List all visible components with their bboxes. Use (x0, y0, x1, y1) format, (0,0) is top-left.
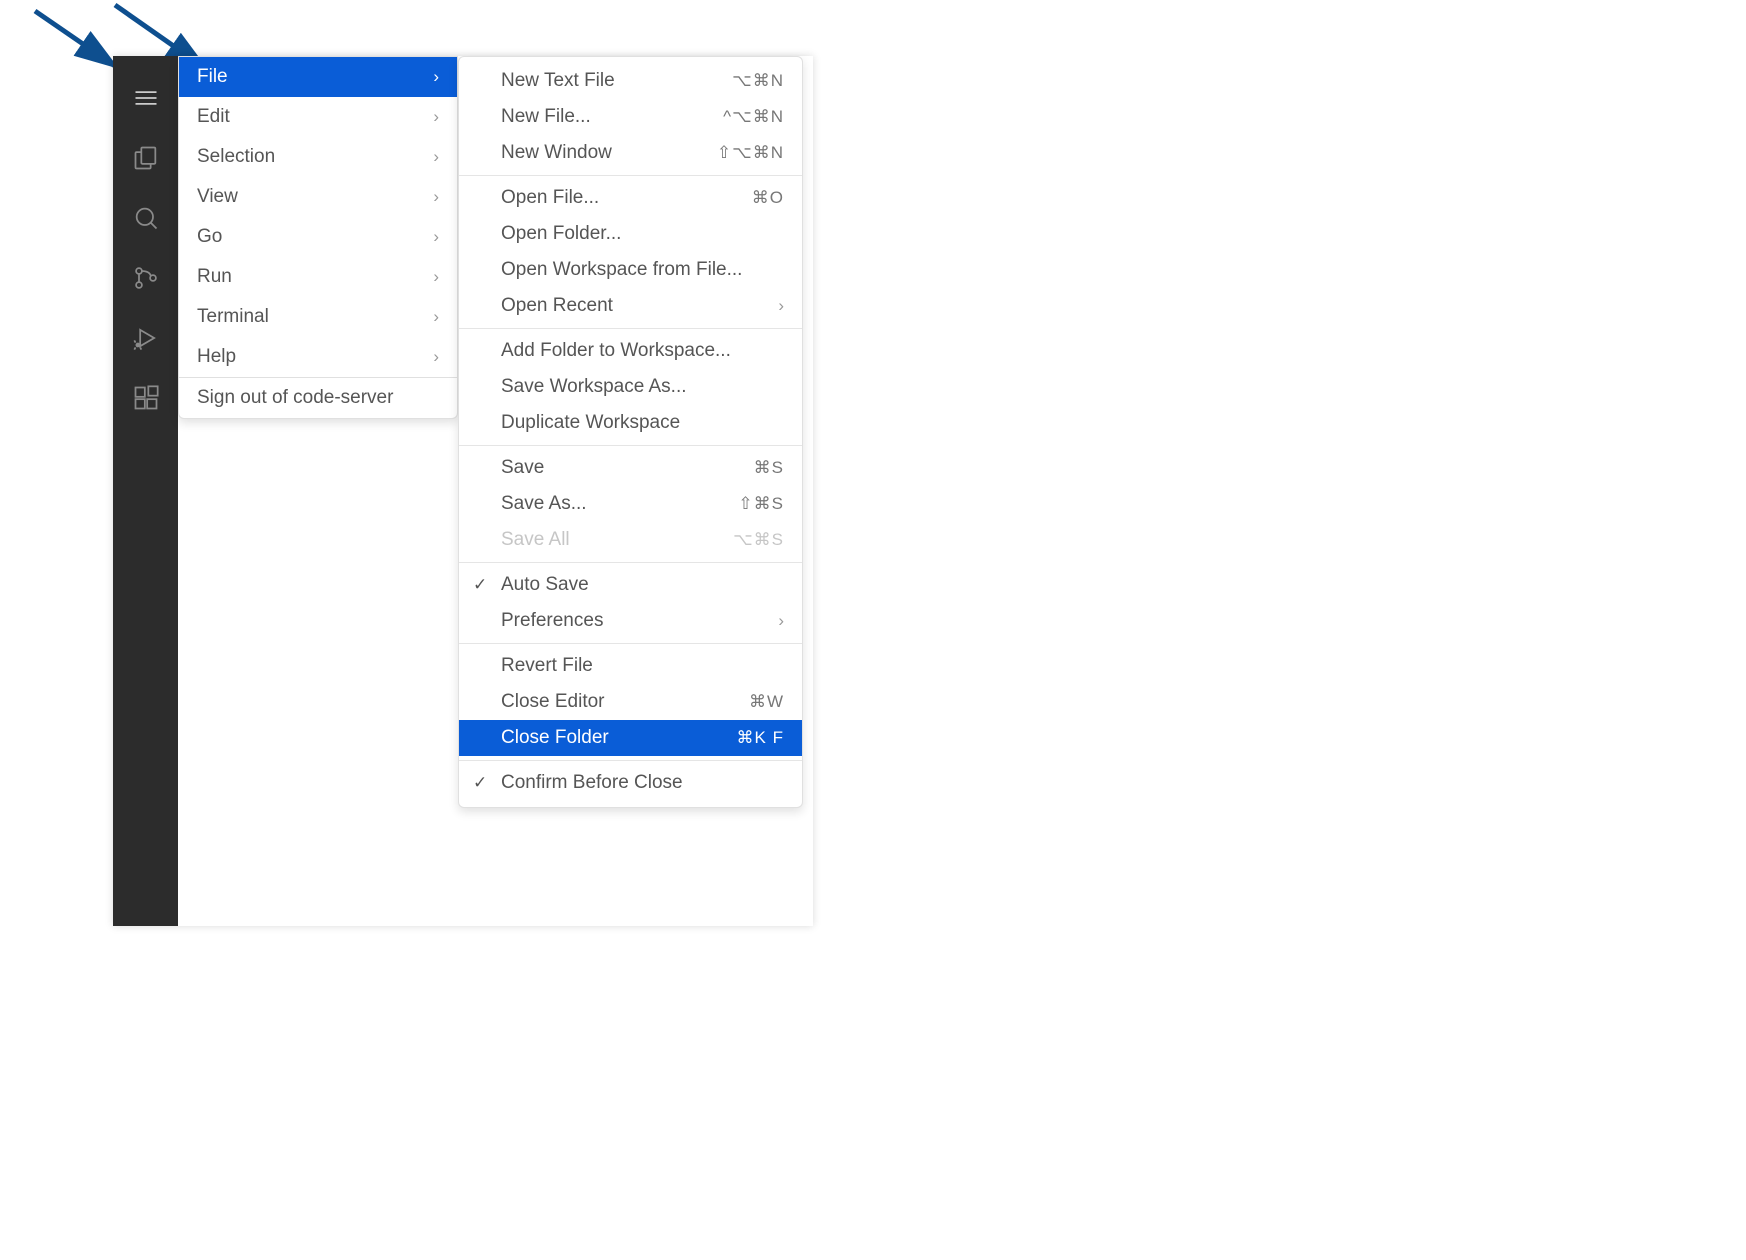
file-auto-save[interactable]: ✓ Auto Save (459, 567, 802, 603)
shortcut: ⌘K F (737, 728, 784, 748)
chevron-right-icon: › (433, 347, 439, 367)
menu-label: Sign out of code-server (197, 387, 393, 409)
submenu-divider (459, 175, 802, 176)
submenu-label: Save All (501, 529, 570, 551)
submenu-label: Save As... (501, 493, 587, 515)
check-icon: ✓ (473, 575, 487, 595)
run-debug-icon[interactable] (113, 308, 178, 368)
chevron-right-icon: › (433, 107, 439, 127)
submenu-label: Revert File (501, 655, 593, 677)
submenu-divider (459, 562, 802, 563)
extensions-icon[interactable] (113, 368, 178, 428)
submenu-label: Open Recent (501, 295, 613, 317)
submenu-divider (459, 760, 802, 761)
chevron-right-icon: › (433, 147, 439, 167)
file-open-file[interactable]: Open File... ⌘O (459, 180, 802, 216)
shortcut: ⌘S (754, 458, 784, 478)
menu-icon[interactable] (113, 68, 178, 128)
source-control-icon[interactable] (113, 248, 178, 308)
submenu-divider (459, 328, 802, 329)
file-save[interactable]: Save ⌘S (459, 450, 802, 486)
menu-label: Help (197, 346, 236, 368)
submenu-label: Open Folder... (501, 223, 621, 245)
file-confirm-before-close[interactable]: ✓ Confirm Before Close (459, 765, 802, 801)
file-save-workspace-as[interactable]: Save Workspace As... (459, 369, 802, 405)
file-open-workspace[interactable]: Open Workspace from File... (459, 252, 802, 288)
file-open-folder[interactable]: Open Folder... (459, 216, 802, 252)
menu-help[interactable]: Help › (179, 337, 457, 377)
menu-file[interactable]: File › (179, 57, 457, 97)
submenu-label: Preferences (501, 610, 603, 632)
chevron-right-icon: › (433, 227, 439, 247)
chevron-right-icon: › (778, 611, 784, 631)
file-add-folder[interactable]: Add Folder to Workspace... (459, 333, 802, 369)
explorer-icon[interactable] (113, 128, 178, 188)
main-menu: File › Edit › Selection › View › Go › Ru… (178, 56, 458, 419)
submenu-label: Save (501, 457, 544, 479)
menu-label: Selection (197, 146, 275, 168)
shortcut: ⌘O (752, 188, 784, 208)
menu-label: Run (197, 266, 232, 288)
file-submenu: New Text File ⌥⌘N New File... ^⌥⌘N New W… (458, 56, 803, 808)
menu-selection[interactable]: Selection › (179, 137, 457, 177)
submenu-label: Close Editor (501, 691, 605, 713)
submenu-label: Confirm Before Close (501, 772, 683, 794)
shortcut: ⌘W (749, 692, 784, 712)
file-close-folder[interactable]: Close Folder ⌘K F (459, 720, 802, 756)
chevron-right-icon: › (433, 267, 439, 287)
menu-label: File (197, 66, 228, 88)
menu-edit[interactable]: Edit › (179, 97, 457, 137)
menu-sign-out[interactable]: Sign out of code-server (179, 378, 457, 418)
menu-label: Terminal (197, 306, 269, 328)
menu-run[interactable]: Run › (179, 257, 457, 297)
shortcut: ⇧⌥⌘N (717, 143, 784, 163)
submenu-divider (459, 643, 802, 644)
file-preferences[interactable]: Preferences › (459, 603, 802, 639)
shortcut: ⌥⌘N (732, 71, 784, 91)
submenu-label: Save Workspace As... (501, 376, 687, 398)
file-save-all: Save All ⌥⌘S (459, 522, 802, 558)
menu-label: Go (197, 226, 222, 248)
file-new-text-file[interactable]: New Text File ⌥⌘N (459, 63, 802, 99)
file-revert[interactable]: Revert File (459, 648, 802, 684)
menu-view[interactable]: View › (179, 177, 457, 217)
chevron-right-icon: › (433, 307, 439, 327)
submenu-divider (459, 445, 802, 446)
chevron-right-icon: › (778, 296, 784, 316)
menu-go[interactable]: Go › (179, 217, 457, 257)
submenu-label: New File... (501, 106, 591, 128)
file-new-file[interactable]: New File... ^⌥⌘N (459, 99, 802, 135)
shortcut: ^⌥⌘N (723, 107, 784, 127)
submenu-label: New Text File (501, 70, 615, 92)
vscode-window: File › Edit › Selection › View › Go › Ru… (113, 56, 813, 926)
submenu-label: Add Folder to Workspace... (501, 340, 731, 362)
chevron-right-icon: › (433, 67, 439, 87)
file-open-recent[interactable]: Open Recent › (459, 288, 802, 324)
file-new-window[interactable]: New Window ⇧⌥⌘N (459, 135, 802, 171)
search-icon[interactable] (113, 188, 178, 248)
submenu-label: Open Workspace from File... (501, 259, 742, 281)
chevron-right-icon: › (433, 187, 439, 207)
menu-terminal[interactable]: Terminal › (179, 297, 457, 337)
menu-label: View (197, 186, 238, 208)
file-close-editor[interactable]: Close Editor ⌘W (459, 684, 802, 720)
submenu-label: New Window (501, 142, 612, 164)
shortcut: ⇧⌘S (738, 494, 784, 514)
submenu-label: Duplicate Workspace (501, 412, 680, 434)
submenu-label: Auto Save (501, 574, 589, 596)
menu-label: Edit (197, 106, 230, 128)
activity-bar (113, 56, 178, 926)
submenu-label: Open File... (501, 187, 599, 209)
shortcut: ⌥⌘S (733, 530, 784, 550)
file-save-as[interactable]: Save As... ⇧⌘S (459, 486, 802, 522)
check-icon: ✓ (473, 773, 487, 793)
submenu-label: Close Folder (501, 727, 609, 749)
file-duplicate-workspace[interactable]: Duplicate Workspace (459, 405, 802, 441)
